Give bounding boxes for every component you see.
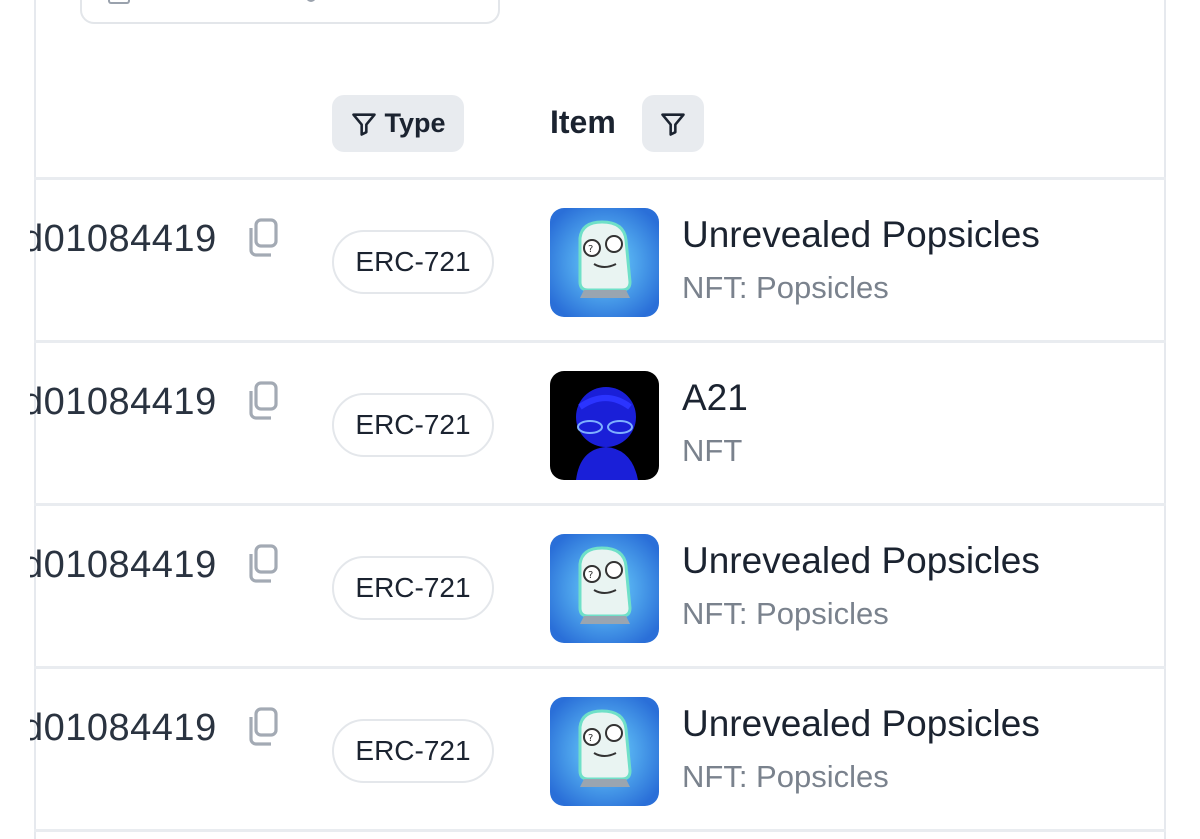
item-subtitle: NFT: Popsicles xyxy=(682,270,889,305)
type-filter-button[interactable]: Type xyxy=(332,95,464,152)
copy-icon[interactable] xyxy=(244,705,282,749)
item-filter-button[interactable] xyxy=(642,95,704,152)
popsicle-ghost-thumbnail[interactable]: ? xyxy=(550,208,659,317)
tx-hash[interactable]: d01084419 xyxy=(30,218,230,261)
row-divider xyxy=(34,829,1166,832)
table-row: d01084419 ERC-721 ? Unrevealed Popsicles… xyxy=(0,506,1200,666)
item-name[interactable]: A21 xyxy=(682,377,748,419)
popsicle-ghost-thumbnail[interactable]: ? xyxy=(550,697,659,806)
item-name[interactable]: Unrevealed Popsicles xyxy=(682,703,1040,745)
copy-icon[interactable] xyxy=(244,216,282,260)
popsicle-ghost-thumbnail[interactable]: ? xyxy=(550,534,659,643)
table-header: Type Item xyxy=(0,0,1200,178)
funnel-icon xyxy=(352,112,377,136)
table-row: d01084419 ERC-721 ? Unrevealed Popsicles… xyxy=(0,180,1200,340)
table-row: d01084419 ERC-721 A21 NFT xyxy=(0,343,1200,503)
copy-icon[interactable] xyxy=(244,542,282,586)
svg-text:?: ? xyxy=(588,733,593,744)
type-badge: ERC-721 xyxy=(332,393,494,457)
item-column-header: Item xyxy=(550,104,616,140)
table-row: d01084419 ERC-721 ? Unrevealed Popsicles… xyxy=(0,669,1200,829)
blue-portrait-thumbnail[interactable] xyxy=(550,371,659,480)
item-subtitle: NFT: Popsicles xyxy=(682,596,889,631)
type-badge: ERC-721 xyxy=(332,556,494,620)
item-subtitle: NFT xyxy=(682,433,743,468)
type-filter-label: Type xyxy=(384,108,446,138)
tx-hash[interactable]: d01084419 xyxy=(30,707,230,750)
type-badge: ERC-721 xyxy=(332,719,494,783)
item-name[interactable]: Unrevealed Popsicles xyxy=(682,540,1040,582)
tx-hash[interactable]: d01084419 xyxy=(30,381,230,424)
svg-text:?: ? xyxy=(588,244,593,255)
item-name[interactable]: Unrevealed Popsicles xyxy=(682,214,1040,256)
svg-text:?: ? xyxy=(588,570,593,581)
item-subtitle: NFT: Popsicles xyxy=(682,759,889,794)
type-badge: ERC-721 xyxy=(332,230,494,294)
funnel-icon xyxy=(661,112,685,136)
copy-icon[interactable] xyxy=(244,379,282,423)
tx-hash[interactable]: d01084419 xyxy=(30,544,230,587)
